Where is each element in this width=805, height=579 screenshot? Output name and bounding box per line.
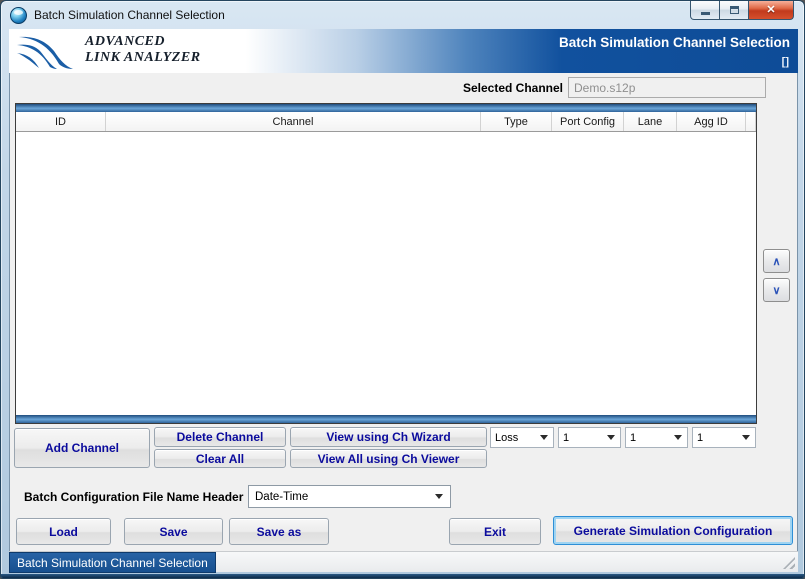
column-header-id[interactable]: ID xyxy=(16,112,106,131)
dropdown-arrow-icon xyxy=(435,494,443,499)
view-ch-viewer-button[interactable]: View All using Ch Viewer xyxy=(290,449,487,468)
page-title: Batch Simulation Channel Selection xyxy=(558,35,790,50)
maximize-button[interactable] xyxy=(720,1,748,20)
delete-channel-button[interactable]: Delete Channel xyxy=(154,427,286,447)
minimize-icon xyxy=(700,11,710,15)
lane-dropdown-value: 1 xyxy=(630,431,637,444)
add-channel-button[interactable]: Add Channel xyxy=(14,428,150,468)
exit-button[interactable]: Exit xyxy=(449,518,541,545)
batch-config-header-label: Batch Configuration File Name Header xyxy=(24,490,244,504)
dropdown-arrow-icon xyxy=(607,435,615,440)
brand-logo-text: ADVANCED LINK ANALYZER xyxy=(85,34,201,66)
maximize-icon xyxy=(729,6,739,14)
column-header-channel[interactable]: Channel xyxy=(106,112,481,131)
close-icon: ✕ xyxy=(766,3,776,16)
port-config-dropdown-value: 1 xyxy=(563,431,570,444)
type-dropdown[interactable]: Loss xyxy=(490,427,554,448)
file-name-header-dropdown[interactable]: Date-Time xyxy=(248,485,451,508)
selected-channel-field[interactable] xyxy=(568,77,766,98)
file-name-header-value: Date-Time xyxy=(255,490,309,503)
title-bar[interactable]: Batch Simulation Channel Selection ✕ xyxy=(1,1,804,29)
save-button[interactable]: Save xyxy=(124,518,223,545)
agg-id-dropdown[interactable]: 1 xyxy=(692,427,756,448)
move-row-up-button[interactable]: ∧ xyxy=(763,249,790,273)
table-bottom-bar xyxy=(16,415,756,423)
status-bar: Batch Simulation Channel Selection xyxy=(9,551,798,573)
caption-buttons: ✕ xyxy=(690,1,794,20)
dropdown-arrow-icon xyxy=(540,435,548,440)
move-row-down-button[interactable]: ∨ xyxy=(763,278,790,302)
clear-all-button[interactable]: Clear All xyxy=(154,449,286,468)
wave-swoosh-logo-icon xyxy=(17,36,73,69)
load-button[interactable]: Load xyxy=(16,518,111,545)
dropdown-arrow-icon xyxy=(674,435,682,440)
dropdown-arrow-icon xyxy=(742,435,750,440)
table-top-bar xyxy=(16,104,756,112)
view-ch-wizard-button[interactable]: View using Ch Wizard xyxy=(290,427,487,447)
column-header-type[interactable]: Type xyxy=(481,112,552,131)
type-dropdown-value: Loss xyxy=(495,431,519,444)
minimize-button[interactable] xyxy=(690,1,720,20)
channel-table[interactable]: ID Channel Type Port Config Lane Agg ID xyxy=(15,103,757,424)
lane-dropdown[interactable]: 1 xyxy=(625,427,688,448)
brand-line2: LINK ANALYZER xyxy=(85,50,201,65)
page-subtitle: [] xyxy=(781,56,789,68)
column-header-portconfig[interactable]: Port Config xyxy=(552,112,624,131)
table-body-empty[interactable] xyxy=(16,132,756,415)
port-config-dropdown[interactable]: 1 xyxy=(558,427,621,448)
save-as-button[interactable]: Save as xyxy=(229,518,329,545)
chevron-up-icon: ∧ xyxy=(772,255,781,268)
agg-id-dropdown-value: 1 xyxy=(697,431,704,444)
column-header-lane[interactable]: Lane xyxy=(624,112,677,131)
app-window: Batch Simulation Channel Selection ✕ ADV… xyxy=(0,0,805,579)
column-header-aggid[interactable]: Agg ID xyxy=(677,112,746,131)
resize-grip-icon[interactable] xyxy=(783,557,795,569)
status-badge: Batch Simulation Channel Selection xyxy=(9,552,216,573)
selected-channel-label: Selected Channel xyxy=(462,81,563,95)
table-header-row: ID Channel Type Port Config Lane Agg ID xyxy=(16,112,756,132)
generate-simulation-configuration-button[interactable]: Generate Simulation Configuration xyxy=(553,516,793,545)
brand-line1: ADVANCED xyxy=(85,34,165,49)
window-title: Batch Simulation Channel Selection xyxy=(34,8,225,22)
column-header-filler xyxy=(746,112,756,131)
close-button[interactable]: ✕ xyxy=(748,1,794,20)
app-globe-icon xyxy=(10,7,27,24)
chevron-down-icon: ∨ xyxy=(772,284,781,297)
